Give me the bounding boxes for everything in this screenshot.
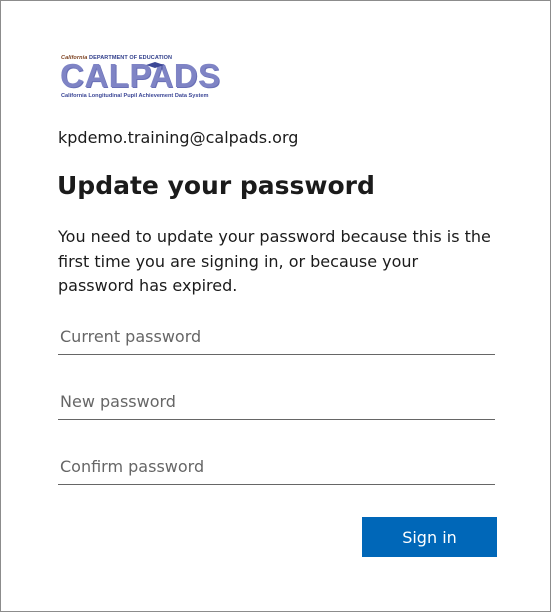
logo-wordmark: CALPADS [60, 57, 221, 94]
sign-in-button[interactable]: Sign in [362, 517, 497, 557]
logo-subtitle: California Longitudinal Pupil Achievemen… [61, 93, 209, 99]
sign-in-card: California DEPARTMENT OF EDUCATION CALPA… [0, 0, 551, 612]
calpads-logo: California DEPARTMENT OF EDUCATION CALPA… [58, 55, 220, 103]
account-email: kpdemo.training@calpads.org [58, 128, 299, 147]
new-password-input[interactable] [58, 384, 495, 420]
page-title: Update your password [57, 171, 375, 200]
graduation-cap-icon [146, 62, 164, 70]
update-password-description: You need to update your password because… [58, 227, 491, 295]
current-password-input[interactable] [58, 319, 495, 355]
confirm-password-input[interactable] [58, 449, 495, 485]
